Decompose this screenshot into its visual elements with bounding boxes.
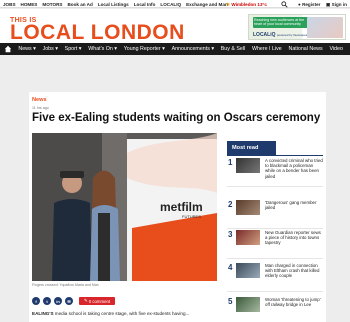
advert-brand: LOCALiQ powered by Newsquest — [253, 32, 308, 38]
most-read-divider — [227, 155, 323, 156]
advert-brand-name: LOCALiQ — [253, 32, 276, 38]
article-date: 11 hrs ago — [32, 106, 49, 110]
share-row: f t in ✉ ✎ 0 comment — [32, 297, 116, 305]
most-read-thumb — [236, 230, 260, 245]
most-read-thumb — [236, 297, 260, 312]
most-read-item[interactable]: 4 Man charged in connection with Eltham … — [227, 262, 323, 292]
home-icon[interactable] — [4, 45, 12, 53]
most-read-item[interactable]: 1 A convicted criminal who tried to blac… — [227, 157, 323, 187]
utility-link-motors[interactable]: MOTORS — [42, 2, 62, 7]
body-rest: media school is taking centre stage, wit… — [53, 311, 190, 316]
signin-icon: ▣ — [326, 1, 331, 7]
search-icon[interactable] — [281, 0, 288, 8]
user-icon: ● — [298, 1, 301, 7]
utility-link-local-listings[interactable]: Local Listings — [98, 2, 129, 7]
advert-banner[interactable]: Reaching new audiences at the heart of y… — [248, 14, 346, 40]
nav-item-national-news[interactable]: National News — [285, 46, 326, 52]
nav-item-whats-on[interactable]: What's On ▾ — [85, 46, 120, 52]
linkedin-share-icon[interactable]: in — [54, 297, 62, 305]
nav-item-young-reporter[interactable]: Young Reporter ▾ — [120, 46, 168, 52]
utility-link-local-info[interactable]: Local Info — [134, 2, 156, 7]
nav-item-video[interactable]: Video — [326, 46, 346, 52]
nav-item-where-i-live[interactable]: Where I Live — [249, 46, 286, 52]
utility-link-exchange-and-mart[interactable]: Exchange and Mart — [186, 2, 228, 7]
twitter-share-icon[interactable]: t — [43, 297, 51, 305]
body-lead: EALING'S — [32, 311, 54, 316]
hero-caption: Fingers crossed: Yopaflow Marla and Max — [32, 283, 99, 287]
most-read-text: 'Dangerous' gang member jailed — [265, 200, 317, 211]
most-read-text: Woman 'threatening to jump' off railway … — [265, 297, 321, 308]
nav-item-sport[interactable]: Sport ▾ — [61, 46, 85, 52]
nav-item-jobs[interactable]: Jobs ▾ — [39, 46, 61, 52]
utility-link-localiq[interactable]: LOCALIQ — [160, 2, 181, 7]
advert-brand-sub: powered by Newsquest — [276, 33, 309, 37]
most-read-text: A convicted criminal who tried to blackm… — [265, 158, 323, 179]
signin-link[interactable]: ▣ Sign in — [326, 2, 347, 8]
masthead: THIS IS LOCAL LONDON Reaching new audien… — [0, 9, 350, 43]
hero-brand-sub: FUTURES — [182, 214, 201, 219]
hero-image[interactable]: metfilm FUTURES — [32, 133, 217, 281]
hero-brand: metfilm — [160, 200, 203, 214]
most-read-thumb — [236, 263, 260, 278]
most-read-number: 3 — [228, 230, 233, 239]
most-read-number: 5 — [228, 297, 233, 306]
most-read-number: 1 — [228, 158, 233, 167]
most-read-item[interactable]: 2 'Dangerous' gang member jailed — [227, 199, 323, 229]
comment-label: 0 comment — [88, 298, 111, 304]
most-read-thumb — [236, 158, 260, 173]
most-read-heading: Most read — [227, 141, 276, 155]
comment-button[interactable]: ✎ 0 comment — [79, 297, 116, 305]
utility-link-homes[interactable]: HOMES — [21, 2, 38, 7]
article-category[interactable]: News — [32, 97, 47, 103]
signin-label: Sign in — [331, 1, 347, 7]
utility-link-jobs[interactable]: JOBS — [3, 2, 16, 7]
most-read-number: 4 — [228, 263, 233, 272]
utility-links: JOBS HOMES MOTORS Book an Ad Local Listi… — [3, 2, 228, 7]
most-read-item[interactable]: 5 Woman 'threatening to jump' off railwa… — [227, 296, 323, 322]
weather-city: Wimbledon — [231, 1, 257, 7]
utility-link-book-an-ad[interactable]: Book an Ad — [67, 2, 92, 7]
most-read-text: New Guardian reporter sews a piece of hi… — [265, 230, 321, 246]
article-title: Five ex-Ealing students waiting on Oscar… — [32, 112, 321, 124]
weather-temp: 13°c — [257, 1, 267, 7]
nav-item-buy-sell[interactable]: Buy & Sell — [217, 46, 248, 52]
most-read-item[interactable]: 3 New Guardian reporter sews a piece of … — [227, 229, 323, 259]
main-nav: News ▾ Jobs ▾ Sport ▾ What's On ▾ Young … — [0, 43, 350, 55]
nav-item-announcements[interactable]: Announcements ▾ — [168, 46, 217, 52]
weather-widget[interactable]: ☀ Wimbledon 13°c — [226, 2, 267, 8]
most-read-text: Man charged in connection with Eltham cr… — [265, 263, 320, 279]
most-read-thumb — [236, 200, 260, 215]
register-link[interactable]: ● Register — [298, 2, 320, 7]
email-share-icon[interactable]: ✉ — [65, 297, 73, 305]
facebook-share-icon[interactable]: f — [32, 297, 40, 305]
register-label: Register — [302, 1, 321, 7]
advert-image — [307, 17, 343, 38]
hero-photo: metfilm FUTURES — [32, 133, 217, 281]
advert-text: Reaching new audiences at the heart of y… — [253, 17, 309, 28]
weather-sun-icon: ☀ — [226, 1, 231, 7]
site-logo[interactable]: LOCAL LONDON — [10, 22, 185, 43]
utility-bar: JOBS HOMES MOTORS Book an Ad Local Listi… — [0, 0, 350, 8]
nav-item-news[interactable]: News ▾ — [15, 46, 39, 52]
most-read-number: 2 — [228, 200, 233, 209]
